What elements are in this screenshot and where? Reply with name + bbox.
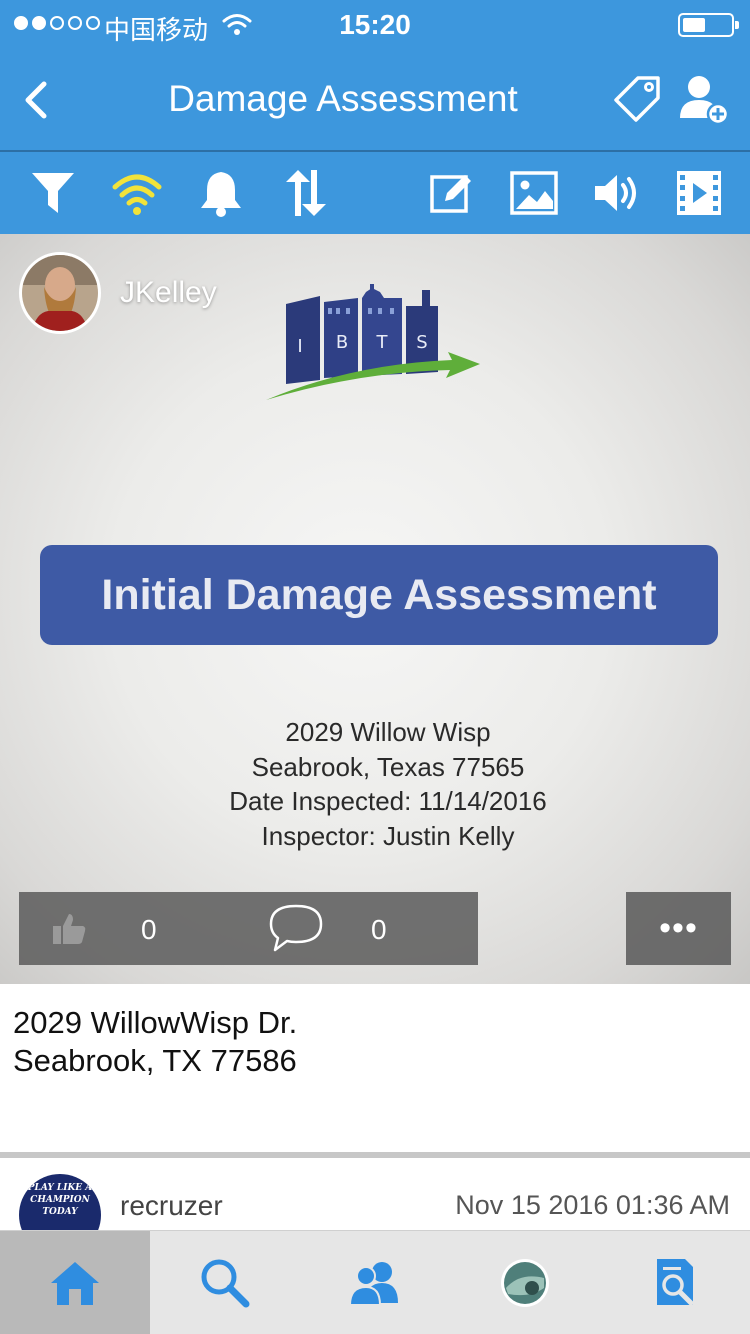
comment-count: 0 — [371, 914, 387, 945]
caption-line: Seabrook, TX 77586 — [13, 1043, 297, 1078]
tab-home[interactable] — [0, 1231, 150, 1334]
document-banner: Initial Damage Assessment — [40, 545, 718, 645]
navigation-bar: Damage Assessment — [0, 50, 750, 152]
add-user-button[interactable] — [676, 72, 732, 128]
status-bar: 中国移动 15:20 — [0, 0, 750, 50]
search-icon — [201, 1259, 250, 1308]
document-line: Date Inspected: 11/14/2016 — [229, 786, 547, 816]
ibts-logo: I B T S — [262, 284, 487, 404]
document-line: 2029 Willow Wisp — [285, 717, 491, 747]
post-caption: 2029 WillowWisp Dr. Seabrook, TX 77586 — [13, 1004, 297, 1080]
video-button[interactable] — [672, 166, 726, 220]
document-line: Seabrook, Texas 77565 — [251, 751, 525, 782]
next-post-header[interactable]: PLAY LIKE A CHAMPION TODAY recruzer Nov … — [0, 1158, 750, 1230]
thumbs-up-icon[interactable] — [51, 912, 87, 946]
post-photo[interactable]: I B T S JKelley Initial Damage Assessmen… — [0, 234, 750, 984]
document-details: 2029 Willow Wisp Seabrook, Texas 77565 D… — [0, 715, 750, 853]
next-author-name[interactable]: recruzer — [120, 1190, 223, 1222]
logo-letter-s: S — [416, 332, 427, 353]
wifi-icon — [112, 174, 162, 215]
document-search-icon — [657, 1259, 694, 1306]
battery-icon — [678, 13, 739, 37]
reaction-bar: 0 0 — [19, 892, 478, 965]
edit-icon — [430, 175, 471, 213]
status-time: 15:20 — [339, 9, 411, 40]
tag-button[interactable] — [612, 74, 664, 126]
audio-button[interactable] — [590, 166, 644, 220]
comment-icon[interactable] — [267, 902, 325, 954]
toolbar — [0, 152, 750, 234]
avatar-caption: PLAY LIKE A CHAMPION TODAY — [27, 1183, 93, 1217]
wifi-button[interactable] — [110, 166, 164, 220]
author-avatar[interactable] — [19, 252, 101, 334]
logo-letter-b: B — [336, 332, 348, 353]
tag-icon — [614, 76, 660, 122]
filter-button[interactable] — [26, 166, 80, 220]
sort-button[interactable] — [278, 166, 332, 220]
photo-button[interactable] — [507, 166, 561, 220]
logo-letter-i: I — [297, 336, 302, 357]
image-icon — [510, 171, 558, 215]
more-options-button[interactable]: ••• — [626, 892, 731, 965]
notifications-button[interactable] — [194, 166, 248, 220]
tab-people[interactable] — [300, 1231, 450, 1334]
sort-icon — [286, 170, 326, 216]
profile-avatar-icon — [501, 1259, 549, 1307]
people-icon — [348, 1262, 398, 1306]
caption-line: 2029 WillowWisp Dr. — [13, 1005, 298, 1040]
like-count: 0 — [141, 914, 157, 945]
document-line: Inspector: Justin Kelly — [261, 820, 515, 851]
page-title: Damage Assessment — [168, 78, 518, 119]
next-post-timestamp: Nov 15 2016 01:36 AM — [455, 1190, 730, 1220]
tab-document-search[interactable] — [600, 1231, 750, 1334]
author-name[interactable]: JKelley — [120, 276, 217, 310]
logo-letter-t: T — [376, 332, 389, 353]
tab-search[interactable] — [150, 1231, 300, 1334]
home-icon — [51, 1262, 99, 1305]
tab-profile[interactable] — [450, 1231, 600, 1334]
filter-icon — [32, 173, 74, 213]
speaker-icon — [595, 175, 636, 211]
video-icon — [677, 171, 721, 215]
tab-bar — [0, 1230, 750, 1334]
next-author-avatar[interactable]: PLAY LIKE A CHAMPION TODAY — [19, 1174, 101, 1230]
bell-icon — [201, 172, 241, 217]
edit-button[interactable] — [424, 166, 478, 220]
add-user-icon — [680, 76, 730, 126]
